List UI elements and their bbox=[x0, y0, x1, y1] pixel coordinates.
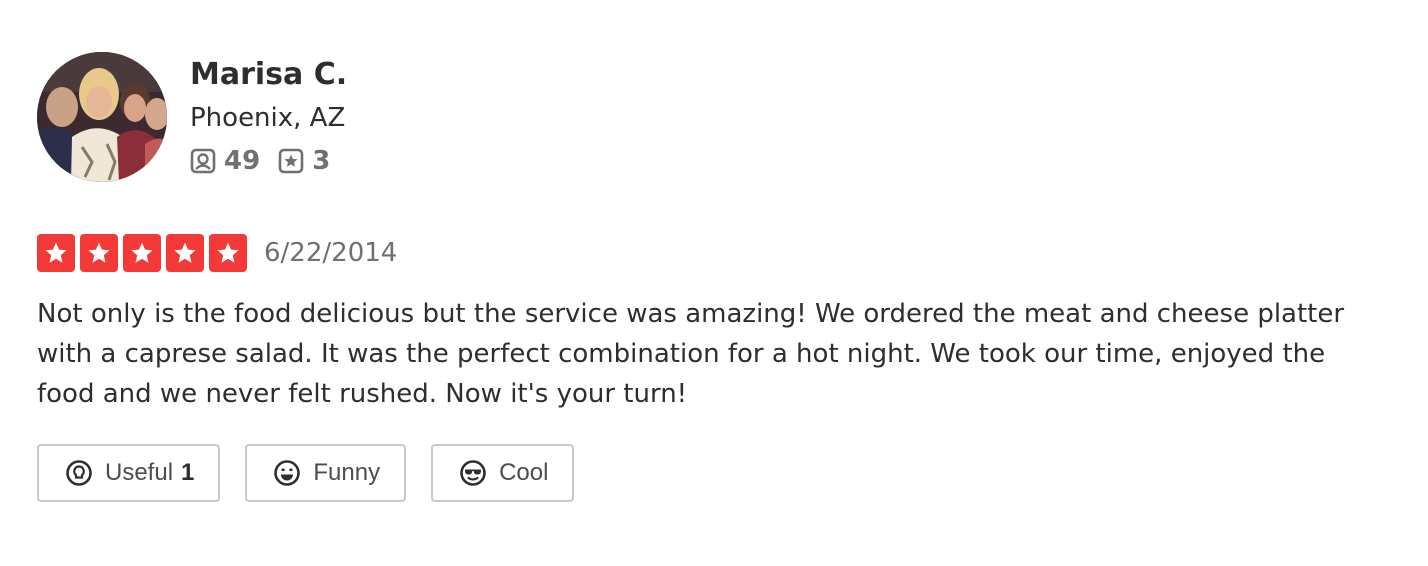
review-icon bbox=[190, 148, 216, 174]
sunglasses-icon bbox=[460, 460, 486, 486]
star-icon bbox=[209, 234, 247, 272]
user-header: Marisa C. Phoenix, AZ 49 3 bbox=[37, 52, 1397, 182]
smile-icon bbox=[274, 460, 301, 486]
cool-button[interactable]: Cool bbox=[431, 444, 575, 502]
user-stats: 49 3 bbox=[190, 146, 348, 176]
star-icon bbox=[166, 234, 204, 272]
lightbulb-icon bbox=[66, 460, 92, 486]
photo-count: 3 bbox=[312, 146, 331, 176]
cool-label: Cool bbox=[499, 459, 549, 486]
useful-count: 1 bbox=[181, 459, 195, 486]
user-location: Phoenix, AZ bbox=[190, 103, 346, 133]
reaction-buttons: Useful 1 Funny Cool bbox=[37, 444, 1397, 502]
star-icon bbox=[123, 234, 161, 272]
photo-count-stat: 3 bbox=[278, 146, 330, 176]
user-name[interactable]: Marisa C. bbox=[190, 56, 348, 94]
avatar[interactable] bbox=[37, 52, 167, 182]
funny-button[interactable]: Funny bbox=[245, 444, 407, 502]
star-icon bbox=[37, 234, 75, 272]
review-count: 49 bbox=[224, 146, 261, 176]
funny-label: Funny bbox=[313, 459, 381, 486]
useful-label: Useful bbox=[105, 459, 174, 486]
useful-button[interactable]: Useful 1 bbox=[37, 444, 221, 502]
review-card: Marisa C. Phoenix, AZ 49 3 6/22/2014 Not… bbox=[37, 52, 1397, 502]
star-badge-icon bbox=[278, 148, 304, 174]
user-info: Marisa C. Phoenix, AZ 49 3 bbox=[190, 52, 348, 176]
star-rating bbox=[37, 234, 252, 272]
star-icon bbox=[80, 234, 118, 272]
avatar-photo bbox=[37, 52, 167, 182]
review-count-stat: 49 bbox=[190, 146, 260, 176]
rating-row: 6/22/2014 bbox=[37, 234, 1397, 272]
review-text: Not only is the food delicious but the s… bbox=[37, 299, 1345, 409]
review-date: 6/22/2014 bbox=[264, 238, 398, 268]
